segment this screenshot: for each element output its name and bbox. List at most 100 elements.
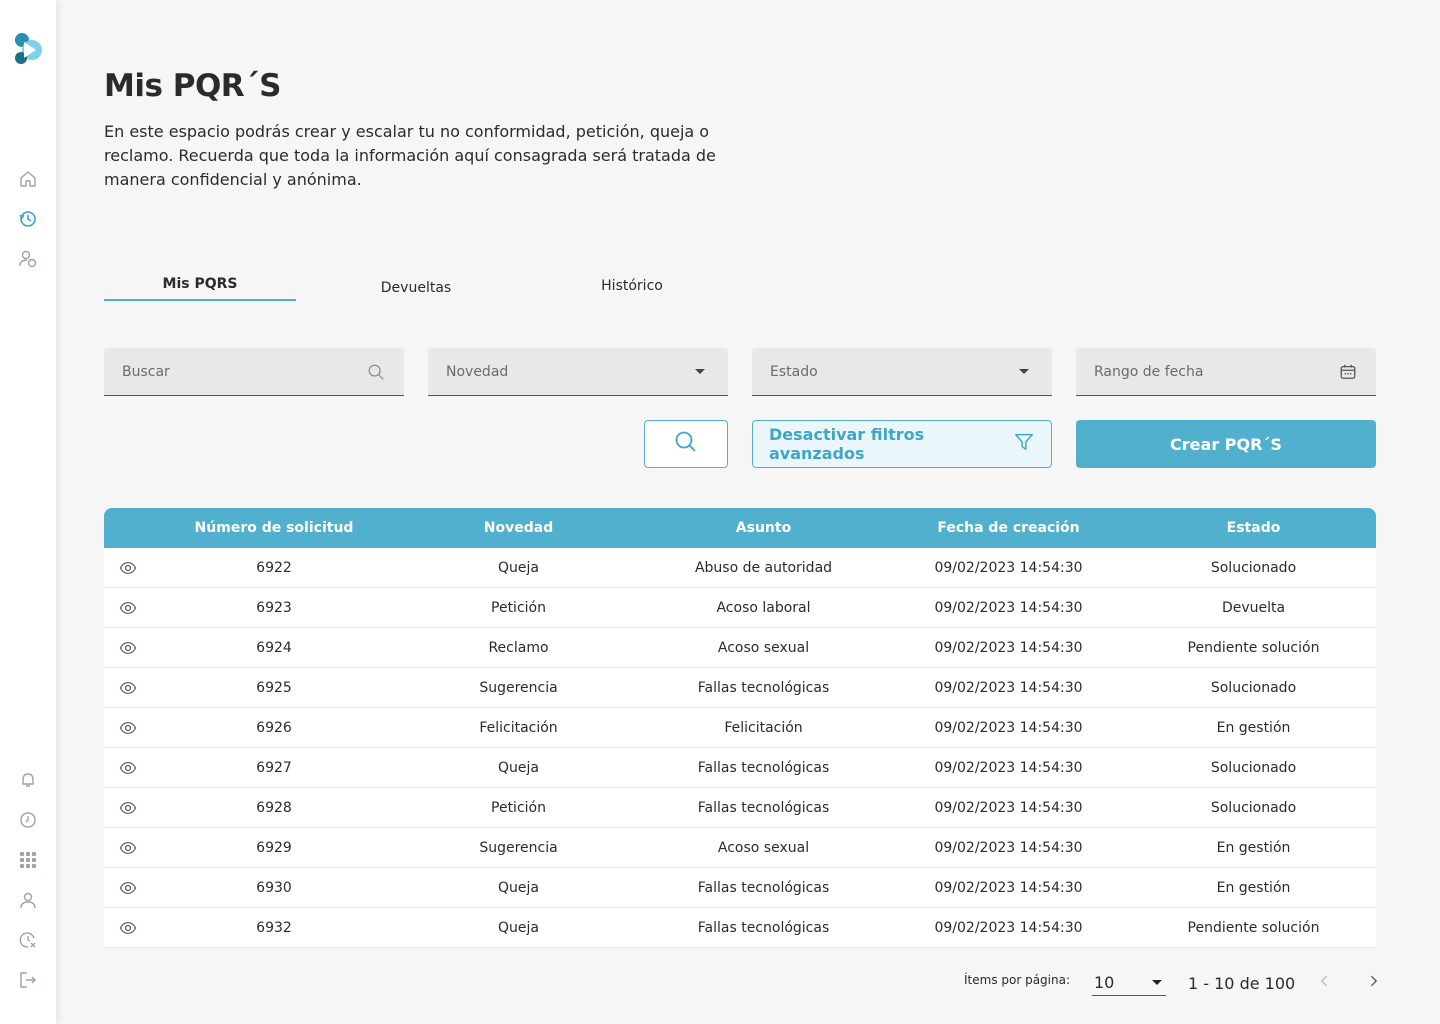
table-row[interactable]: 6925 Sugerencia Fallas tecnológicas 09/02/2… (104, 668, 1376, 708)
cell-numero: 6929 (256, 839, 292, 856)
date-range-field[interactable]: Rango de fecha (1076, 348, 1376, 396)
cell-asunto: Fallas tecnológicas (697, 919, 830, 936)
search-button[interactable] (644, 420, 728, 468)
history-icon[interactable] (17, 208, 39, 230)
items-per-page-select[interactable]: 10 (1092, 970, 1166, 996)
tab-devueltas[interactable]: Devueltas (320, 274, 512, 305)
cell-fecha: 09/02/2023 14:54:30 (934, 679, 1083, 696)
date-range-label: Rango de fecha (1094, 363, 1204, 380)
home-icon[interactable] (17, 168, 39, 190)
cell-numero: 6928 (256, 799, 292, 816)
search-field[interactable] (104, 348, 404, 396)
cell-novedad: Sugerencia (479, 839, 558, 856)
bell-icon[interactable] (17, 769, 39, 791)
toggle-filters-label: Desactivar filtros avanzados (769, 425, 925, 463)
cell-estado: En gestión (1216, 719, 1291, 736)
user-settings-icon[interactable] (17, 248, 39, 270)
table-row[interactable]: 6930 Queja Fallas tecnológicas 09/02/2023 1… (104, 868, 1376, 908)
chevron-down-icon (1152, 980, 1162, 985)
view-eye-icon[interactable] (104, 839, 152, 857)
table-row[interactable]: 6926 Felicitación Felicitación 09/02/2023 1… (104, 708, 1376, 748)
cell-numero: 6922 (256, 559, 292, 576)
cell-novedad: Reclamo (488, 639, 549, 656)
cell-estado: En gestión (1216, 879, 1291, 896)
table-row[interactable]: 6927 Queja Fallas tecnológicas 09/02/2023 1… (104, 748, 1376, 788)
previous-page-button[interactable] (1314, 972, 1336, 994)
next-page-button[interactable] (1362, 972, 1384, 994)
header-asunto: Asunto (735, 520, 792, 536)
cell-asunto: Fallas tecnológicas (697, 759, 830, 776)
view-eye-icon[interactable] (104, 919, 152, 937)
view-eye-icon[interactable] (104, 759, 152, 777)
cell-numero: 6924 (256, 639, 292, 656)
tab-label: Mis PQRS (162, 276, 238, 292)
tab-mis-pqrs[interactable]: Mis PQRS (104, 270, 296, 301)
view-eye-icon[interactable] (104, 799, 152, 817)
apps-grid-icon[interactable] (17, 849, 39, 871)
cell-novedad: Petición (491, 799, 546, 816)
table-row[interactable]: 6928 Petición Fallas tecnológicas 09/02/202… (104, 788, 1376, 828)
table-row[interactable]: 6923 Petición Acoso laboral 09/02/2023 14:5… (104, 588, 1376, 628)
cell-asunto: Fallas tecnológicas (697, 679, 830, 696)
search-icon (366, 362, 386, 382)
cell-asunto: Fallas tecnológicas (697, 879, 830, 896)
create-pqrs-button[interactable]: Crear PQR´S (1076, 420, 1376, 468)
cell-numero: 6932 (256, 919, 292, 936)
table-row[interactable]: 6932 Queja Fallas tecnológicas 09/02/2023 1… (104, 908, 1376, 948)
cell-estado: Solucionado (1210, 559, 1297, 576)
table-row[interactable]: 6922 Queja Abuso de autoridad 09/02/2023 14… (104, 548, 1376, 588)
items-per-page-label: Ítems por página: (964, 973, 1071, 987)
chevron-down-icon (690, 362, 710, 382)
cell-asunto: Acoso sexual (717, 839, 810, 856)
table-row[interactable]: 6924 Reclamo Acoso sexual 09/02/2023 14:54:… (104, 628, 1376, 668)
view-eye-icon[interactable] (104, 559, 152, 577)
cell-fecha: 09/02/2023 14:54:30 (934, 719, 1083, 736)
create-pqrs-label: Crear PQR´S (1170, 434, 1282, 454)
table-row[interactable]: 6929 Sugerencia Acoso sexual 09/02/2023 14:… (104, 828, 1376, 868)
view-eye-icon[interactable] (104, 639, 152, 657)
estado-select[interactable]: Estado (752, 348, 1052, 396)
view-eye-icon[interactable] (104, 719, 152, 737)
cell-novedad: Petición (491, 599, 546, 616)
clock-icon[interactable] (17, 809, 39, 831)
search-input[interactable] (122, 363, 366, 380)
cell-estado: Solucionado (1210, 759, 1297, 776)
cell-novedad: Queja (498, 559, 539, 576)
cell-asunto: Fallas tecnológicas (697, 799, 830, 816)
cell-numero: 6926 (256, 719, 292, 736)
calendar-icon[interactable] (1338, 362, 1358, 382)
cell-estado: Solucionado (1210, 679, 1297, 696)
cell-numero: 6923 (256, 599, 292, 616)
cell-asunto: Acoso sexual (717, 639, 810, 656)
chevron-left-icon (1317, 973, 1333, 993)
cell-asunto: Acoso laboral (716, 599, 811, 616)
user-icon[interactable] (17, 889, 39, 911)
cell-estado: Devuelta (1221, 599, 1286, 616)
app-logo[interactable] (10, 30, 46, 68)
cell-fecha: 09/02/2023 14:54:30 (934, 839, 1083, 856)
clock-cancel-icon[interactable] (17, 929, 39, 951)
cell-asunto: Felicitación (724, 719, 803, 736)
cell-estado: En gestión (1216, 839, 1291, 856)
tab-label: Histórico (601, 278, 663, 294)
logout-icon[interactable] (17, 969, 39, 991)
cell-estado: Pendiente solución (1187, 639, 1320, 656)
cell-numero: 6930 (256, 879, 292, 896)
sidebar (0, 0, 56, 1024)
view-eye-icon[interactable] (104, 679, 152, 697)
search-icon (674, 430, 698, 458)
chevron-down-icon (1014, 362, 1034, 382)
view-eye-icon[interactable] (104, 879, 152, 897)
page-title: Mis PQR´S (104, 68, 282, 104)
view-eye-icon[interactable] (104, 599, 152, 617)
cell-fecha: 09/02/2023 14:54:30 (934, 759, 1083, 776)
estado-label: Estado (770, 363, 818, 380)
tab-historico[interactable]: Histórico (536, 272, 728, 303)
tab-label: Devueltas (380, 280, 452, 296)
items-per-page-value: 10 (1094, 973, 1115, 992)
cell-estado: Pendiente solución (1187, 919, 1320, 936)
novedad-select[interactable]: Novedad (428, 348, 728, 396)
cell-fecha: 09/02/2023 14:54:30 (934, 799, 1083, 816)
cell-estado: Solucionado (1210, 799, 1297, 816)
toggle-advanced-filters-button[interactable]: Desactivar filtros avanzados (752, 420, 1052, 468)
